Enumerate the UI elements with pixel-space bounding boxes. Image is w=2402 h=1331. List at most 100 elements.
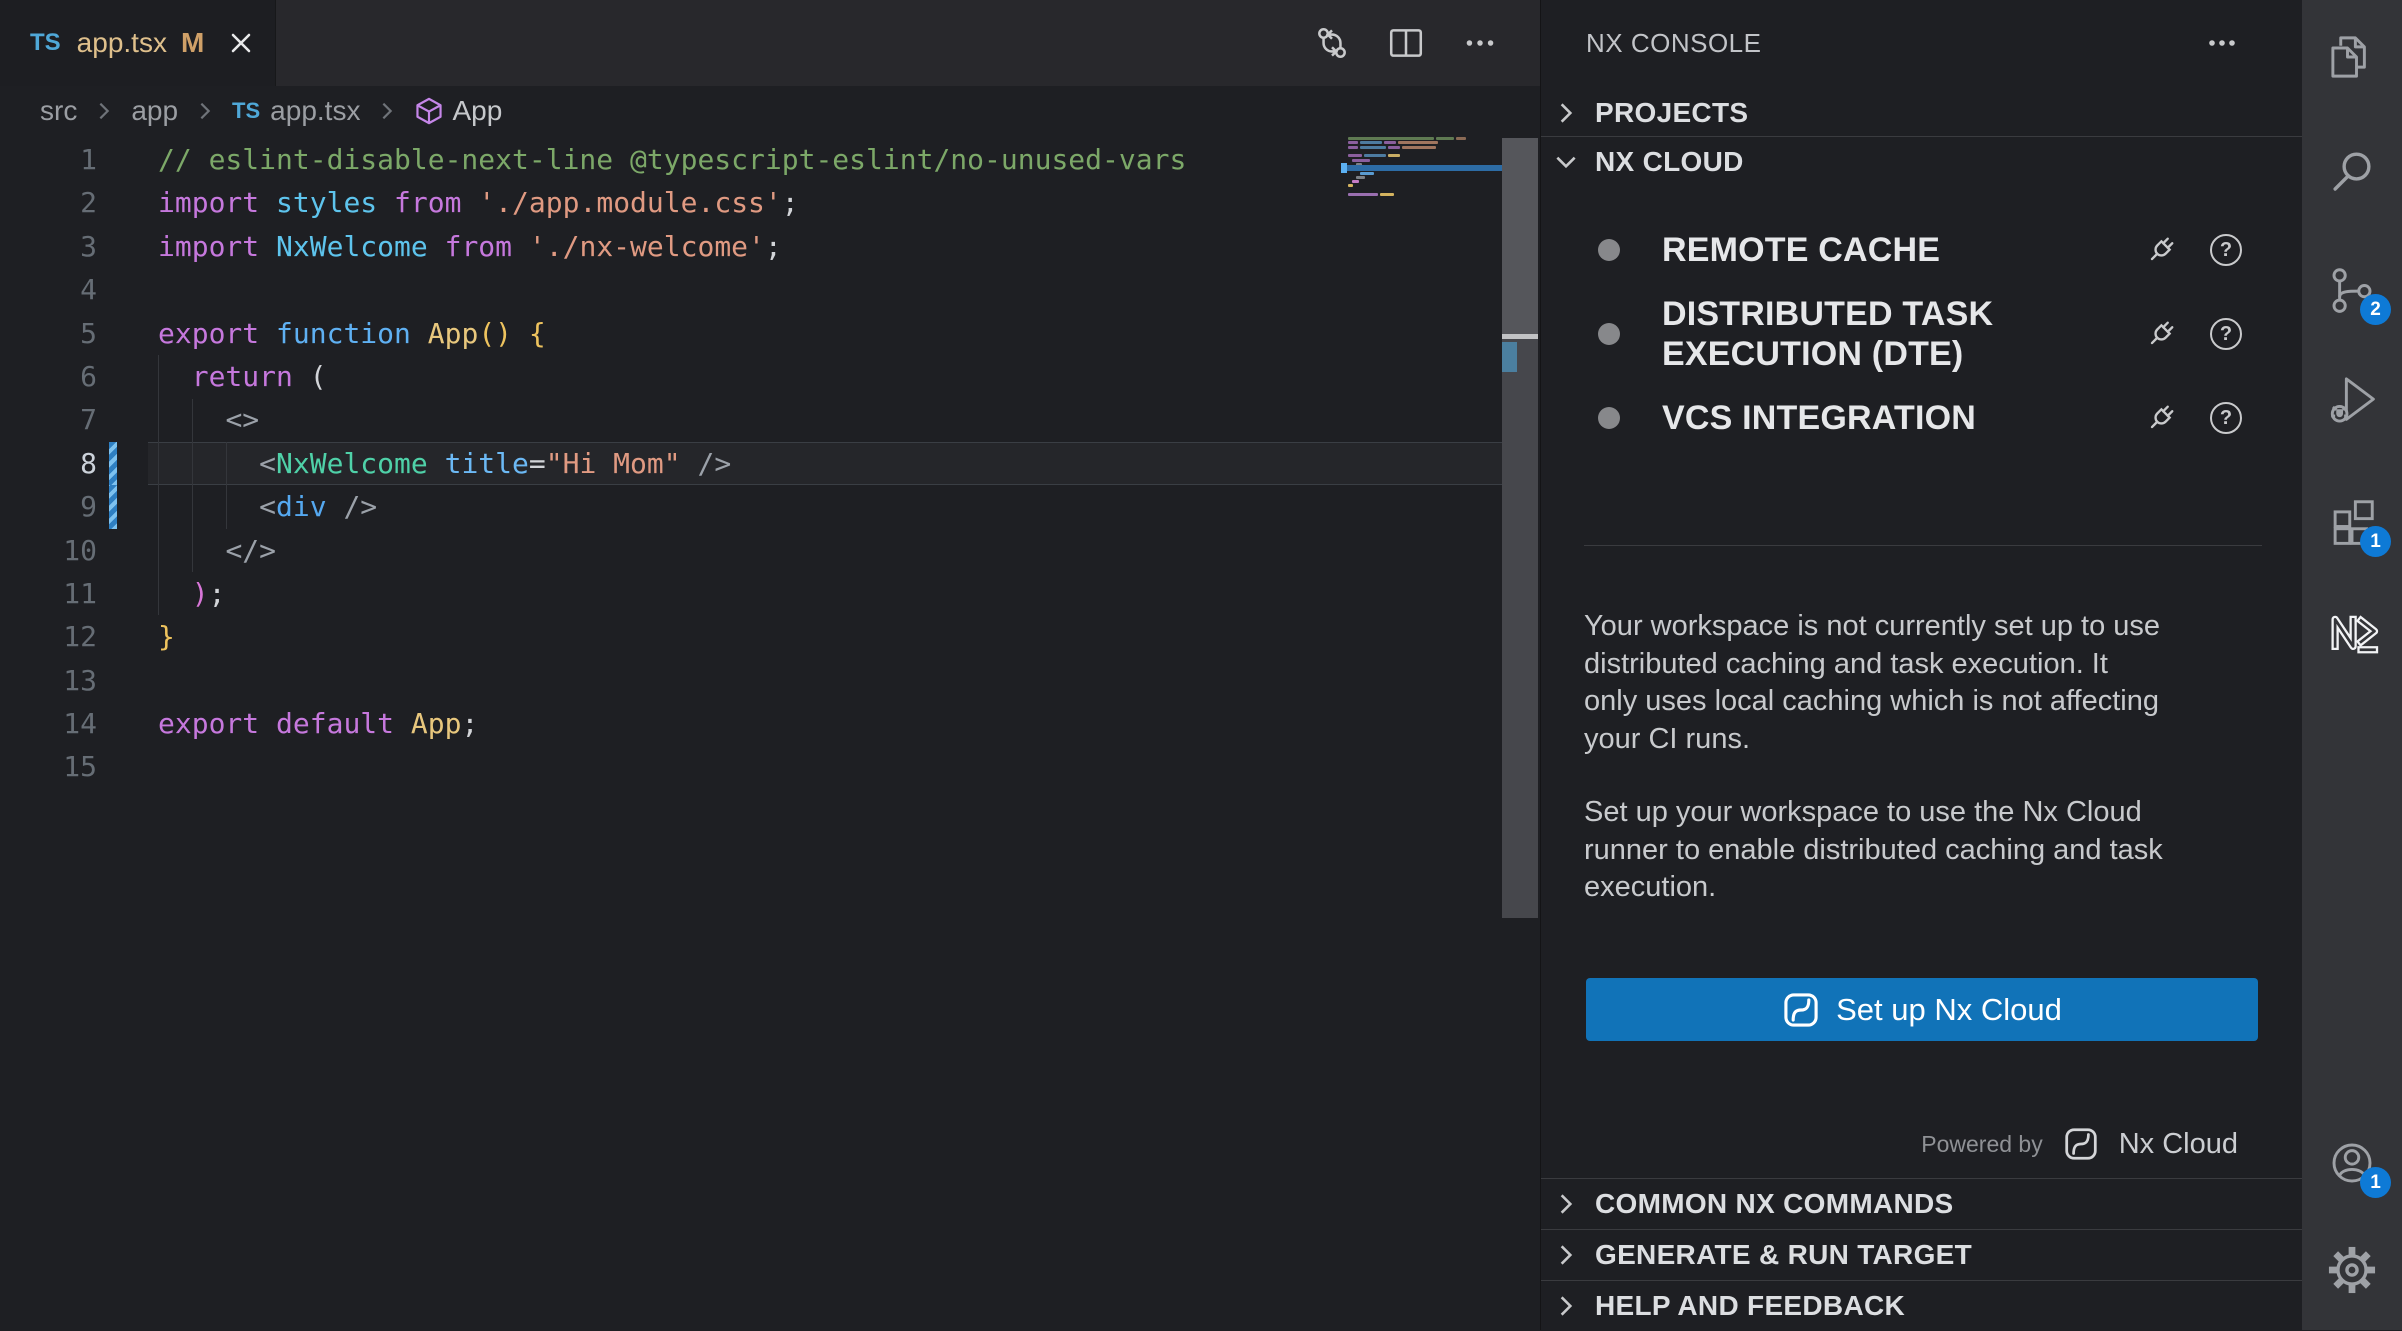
- breadcrumb-item-app[interactable]: App: [452, 95, 502, 127]
- minimap-line: [1348, 193, 1378, 196]
- run-debug-icon: [2325, 371, 2379, 425]
- breadcrumb-item-src[interactable]: src: [40, 95, 77, 127]
- chevron-right-icon: [376, 100, 398, 122]
- line-number[interactable]: 9: [0, 485, 97, 528]
- text-line: your CI runs.: [1584, 721, 2284, 759]
- feature-row-remote: REMOTE CACHE?: [1586, 230, 2266, 270]
- divider: [1584, 545, 2262, 546]
- line-number[interactable]: 7: [0, 398, 97, 441]
- section-common-nx-commands[interactable]: COMMON NX COMMANDS: [1541, 1178, 2302, 1229]
- help-icon[interactable]: ?: [2210, 402, 2242, 434]
- code-text: return (: [158, 355, 327, 398]
- section-projects[interactable]: PROJECTS: [1541, 90, 2302, 137]
- more-actions-icon[interactable]: [1460, 23, 1500, 63]
- badge-count: 1: [2360, 526, 2391, 557]
- minimap-line: [1360, 146, 1386, 149]
- question-glyph: ?: [2210, 234, 2242, 266]
- code-line[interactable]: 12}: [0, 615, 1540, 658]
- feature-row-distributed: DISTRIBUTED TASK EXECUTION (DTE)?: [1586, 294, 2266, 374]
- line-number[interactable]: 14: [0, 702, 97, 745]
- code-line[interactable]: 10 </>: [0, 529, 1540, 572]
- code-text: <>: [158, 398, 259, 441]
- minimap-line: [1356, 176, 1365, 179]
- feature-label: VCS INTEGRATION: [1662, 398, 2102, 438]
- minimap[interactable]: [1348, 137, 1498, 207]
- git-modified-indicator: [109, 485, 117, 528]
- code-line[interactable]: 1// eslint-disable-next-line @typescript…: [0, 138, 1540, 181]
- help-icon[interactable]: ?: [2210, 234, 2242, 266]
- activity-item-accounts[interactable]: 1: [2325, 1136, 2379, 1190]
- activity-item-source-control[interactable]: 2: [2325, 263, 2379, 317]
- code-line[interactable]: 13: [0, 659, 1540, 702]
- symbol-class-icon: [414, 96, 444, 126]
- status-dot: [1598, 239, 1620, 261]
- section-label: PROJECTS: [1595, 97, 1748, 129]
- open-changes-icon[interactable]: [1312, 23, 1352, 63]
- panel-title-row: NX CONSOLE: [1541, 0, 2302, 86]
- code-line[interactable]: 15: [0, 745, 1540, 788]
- breadcrumb-item-app-tsx[interactable]: app.tsx: [270, 95, 360, 127]
- line-number[interactable]: 5: [0, 312, 97, 355]
- connect-plug-icon[interactable]: [2144, 233, 2178, 267]
- line-number[interactable]: 11: [0, 572, 97, 615]
- line-number[interactable]: 4: [0, 268, 97, 311]
- brand-label[interactable]: Nx Cloud: [2119, 1128, 2238, 1161]
- text-line: only uses local caching which is not aff…: [1584, 683, 2284, 721]
- activity-item-extensions[interactable]: 1: [2325, 495, 2379, 549]
- code-line[interactable]: 14export default App;: [0, 702, 1540, 745]
- line-number[interactable]: 8: [0, 442, 97, 485]
- text-line: Set up your workspace to use the Nx Clou…: [1584, 794, 2284, 832]
- search-icon: [2325, 144, 2379, 198]
- connect-plug-icon[interactable]: [2144, 317, 2178, 351]
- powered-by-row: Powered by Nx Cloud: [1921, 1122, 2238, 1166]
- question-glyph: ?: [2210, 402, 2242, 434]
- activity-item-run-debug[interactable]: [2325, 371, 2379, 425]
- button-label: Set up Nx Cloud: [1836, 992, 2062, 1028]
- line-number[interactable]: 1: [0, 138, 97, 181]
- scrollbar[interactable]: [1502, 138, 1538, 334]
- section-nx-cloud[interactable]: NX CLOUD: [1541, 137, 2302, 187]
- code-line[interactable]: 9 <div />: [0, 485, 1540, 528]
- code-text: <div />: [158, 485, 377, 528]
- line-number[interactable]: 13: [0, 659, 97, 702]
- minimap-line: [1360, 141, 1382, 144]
- minimap-line: [1380, 193, 1394, 196]
- activity-item-explorer[interactable]: [2325, 30, 2379, 84]
- help-icon[interactable]: ?: [2210, 318, 2242, 350]
- section-help-and-feedback[interactable]: HELP AND FEEDBACK: [1541, 1280, 2302, 1331]
- activity-bar: 211: [2302, 0, 2402, 1330]
- close-icon[interactable]: [226, 28, 256, 58]
- status-dot: [1598, 323, 1620, 345]
- line-number[interactable]: 6: [0, 355, 97, 398]
- panel-more-actions-icon[interactable]: [2202, 26, 2242, 65]
- code-line[interactable]: 6 return (: [0, 355, 1540, 398]
- code-line[interactable]: 8 <NxWelcome title="Hi Mom" />: [0, 442, 1540, 485]
- setup-nx-cloud-button[interactable]: Set up Nx Cloud: [1586, 978, 2258, 1041]
- code-editor[interactable]: 1// eslint-disable-next-line @typescript…: [0, 138, 1540, 789]
- code-line[interactable]: 11 );: [0, 572, 1540, 615]
- powered-by-label: Powered by: [1921, 1131, 2042, 1158]
- line-number[interactable]: 10: [0, 529, 97, 572]
- line-number[interactable]: 3: [0, 225, 97, 268]
- tab-app-tsx[interactable]: TS app.tsx M: [0, 0, 276, 86]
- code-line[interactable]: 5export function App() {: [0, 312, 1540, 355]
- code-line[interactable]: 2import styles from './app.module.css';: [0, 181, 1540, 224]
- split-editor-icon[interactable]: [1386, 23, 1426, 63]
- breadcrumb-item-app[interactable]: app: [131, 95, 178, 127]
- feature-label: DISTRIBUTED TASK EXECUTION (DTE): [1662, 294, 2102, 374]
- code-line[interactable]: 7 <>: [0, 398, 1540, 441]
- activity-item-nx-console[interactable]: [2325, 607, 2379, 661]
- minimap-line: [1352, 159, 1370, 162]
- section-generate---run-target[interactable]: GENERATE & RUN TARGET: [1541, 1229, 2302, 1280]
- code-line[interactable]: 3import NxWelcome from './nx-welcome';: [0, 225, 1540, 268]
- nx-cloud-icon: [1782, 991, 1820, 1029]
- connect-plug-icon[interactable]: [2144, 401, 2178, 435]
- minimap-line: [1436, 137, 1454, 140]
- line-number[interactable]: 12: [0, 615, 97, 658]
- line-number[interactable]: 2: [0, 181, 97, 224]
- activity-item-search[interactable]: [2325, 144, 2379, 198]
- scrollbar-track[interactable]: [1502, 339, 1538, 918]
- line-number[interactable]: 15: [0, 745, 97, 788]
- code-line[interactable]: 4: [0, 268, 1540, 311]
- activity-item-settings[interactable]: [2325, 1243, 2379, 1297]
